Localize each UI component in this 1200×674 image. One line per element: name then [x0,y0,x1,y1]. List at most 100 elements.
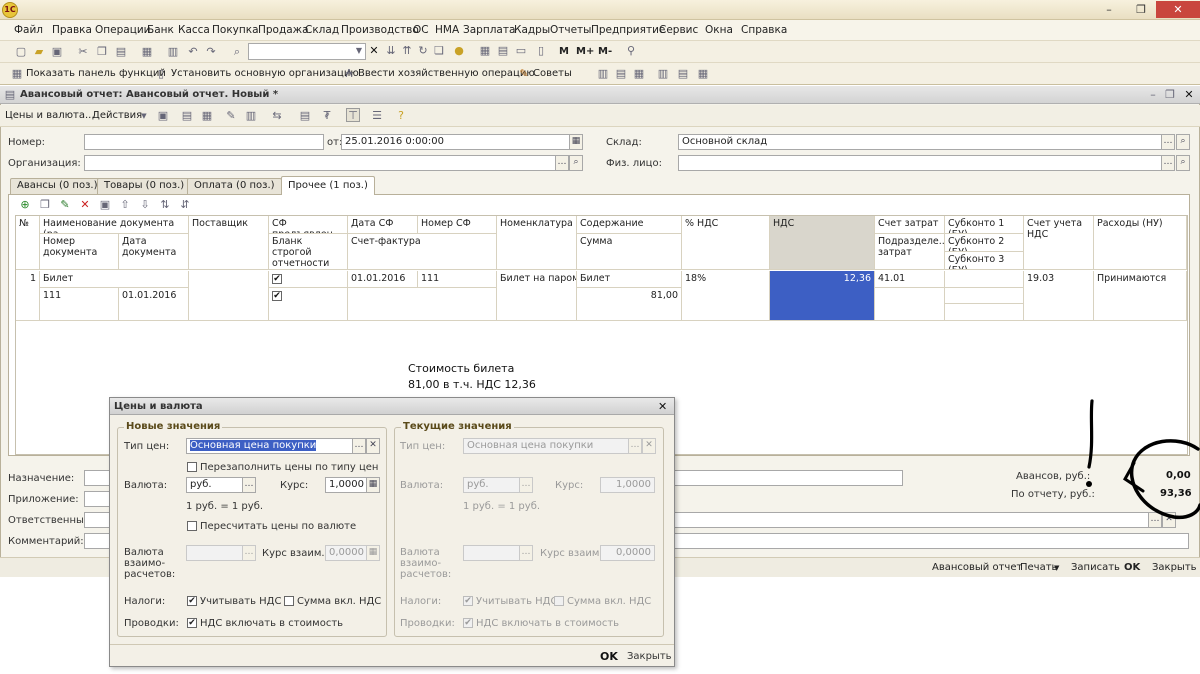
settlement-currency-select-button[interactable]: … [242,545,256,561]
find-prev-icon[interactable]: ⇈ [400,44,414,58]
maximize-button[interactable]: ❐ [1126,1,1156,18]
menu-edit[interactable]: Правка [52,24,92,36]
memory-minus-button[interactable]: М- [598,46,612,57]
strict-form-checkbox[interactable]: ✔ [272,291,282,301]
tab-goods[interactable]: Товары (0 поз.) [97,178,192,194]
cell-vat-account[interactable]: 19.03 [1024,271,1094,321]
number-input[interactable] [84,134,324,150]
open-folder-icon[interactable]: ▰ [32,45,46,59]
dialog-close-icon[interactable]: ✕ [658,400,667,413]
warehouse-open-button[interactable]: ⌕ [1176,134,1190,150]
comment-input-tail[interactable] [674,533,1189,549]
col-docname-header[interactable]: Наименование документа (ра... [40,216,189,234]
responsible-input[interactable] [84,512,110,528]
save-document-button[interactable]: Записать [1071,562,1120,573]
doc-edit-icon[interactable]: ✎ [224,109,238,123]
price-type-select-button[interactable]: … [352,438,366,454]
comment-input[interactable] [84,533,110,549]
actions-dropdown-icon[interactable]: ▼ [137,109,151,123]
col-cost-account-header[interactable]: Счет затрат ... [875,216,945,234]
doc-save-icon[interactable]: ▣ [156,109,170,123]
organization-open-button[interactable]: ⌕ [569,155,583,171]
vat-in-cost-checkbox[interactable]: ✔ [187,618,197,628]
doc-post-icon[interactable]: ▦ [200,109,214,123]
cell-subconto2[interactable] [945,288,1024,304]
person-input[interactable] [678,155,1162,171]
cell-sf-date[interactable]: 01.01.2016 [348,271,418,288]
col-vat-pct-header[interactable]: % НДС [682,216,770,270]
menu-warehouse[interactable]: Склад [305,24,339,36]
col-vat-account-header[interactable]: Счет учета НДС [1024,216,1094,270]
move-down-icon[interactable]: ⇩ [138,198,152,212]
search-clear-icon[interactable]: ✕ [367,44,381,58]
price-type-clear-button[interactable]: ✕ [366,438,380,454]
currency-select-button[interactable]: … [242,477,256,493]
attachment-input[interactable] [84,491,110,507]
print-dropdown-icon[interactable]: ▼ [1054,564,1059,572]
enter-business-operation-button[interactable]: Ввести хозяйственную операцию [358,68,535,79]
consider-vat-checkbox[interactable]: ✔ [187,596,197,606]
cell-docnum[interactable]: 111 [40,288,119,321]
print-menu-button[interactable]: Печать [1020,562,1057,573]
col-number-header[interactable]: № [16,216,40,270]
cell-cost-account[interactable]: 41.01 [875,271,945,288]
col-strict-form-header[interactable]: Бланк строгой отчетности [269,234,348,270]
menu-service[interactable]: Сервис [659,24,698,36]
doc-help-icon[interactable]: ? [394,109,408,123]
warehouse-select-button[interactable]: … [1161,134,1175,150]
tools-icon[interactable]: ⚲ [624,44,638,58]
buffer-icon[interactable]: ▭ [514,44,528,58]
redo-icon[interactable]: ↷ [204,45,218,59]
settlement-currency-input[interactable] [186,545,243,561]
close-window-button[interactable]: ✕ [1156,1,1200,18]
cell-division[interactable] [875,288,945,321]
menu-purchase[interactable]: Покупка [212,24,259,36]
menu-cash[interactable]: Касса [178,24,210,36]
prices-currency-button[interactable]: Цены и валюта... [5,110,95,121]
row-number[interactable]: 1 [16,271,40,321]
paste-icon[interactable]: ▤ [114,45,128,59]
cell-sf-number[interactable]: 111 [418,271,497,288]
refresh-icon[interactable]: ↻ [416,44,430,58]
col-subconto1-header[interactable]: Субконто 1 (БУ) [945,216,1024,234]
end-edit-icon[interactable]: ▣ [98,198,112,212]
col-sum-header[interactable]: Сумма [577,234,682,270]
cell-subconto1[interactable] [945,271,1024,288]
report-icon-2[interactable]: ▤ [614,67,628,81]
report-icon-1[interactable]: ▥ [596,67,610,81]
search-dropdown-icon[interactable]: ▼ [352,44,366,58]
menu-salary[interactable]: Зарплата [463,24,515,36]
doc-dt-kt-icon[interactable]: ₮ [320,109,334,123]
tab-other[interactable]: Прочее (1 поз.) [281,176,375,195]
calculator-icon[interactable]: ▦ [478,44,492,58]
menu-windows[interactable]: Окна [705,24,733,36]
col-subconto2-header[interactable]: Субконто 2 (БУ) [945,234,1024,252]
col-sf-number-header[interactable]: Номер СФ [418,216,497,234]
windows-icon[interactable]: ❏ [432,44,446,58]
organization-select-button[interactable]: … [555,155,569,171]
col-division-header[interactable]: Подразделе... затрат [875,234,945,270]
col-sf-date-header[interactable]: Дата СФ [348,216,418,234]
tab-payment[interactable]: Оплата (0 поз.) [187,178,282,194]
settlement-rate-input[interactable]: 0,0000 [325,545,367,561]
add-row-icon[interactable]: ⊕ [18,198,32,212]
doc-close-icon[interactable]: ✕ [1182,88,1196,102]
advance-report-print-button[interactable]: Авансовый отчет [932,562,1022,573]
search-input[interactable] [248,43,366,60]
doc-print-icon[interactable]: ▤ [180,109,194,123]
doc-maximize-icon[interactable]: ❐ [1163,88,1177,102]
cell-strict-form[interactable]: ✔ [269,288,348,321]
cell-vat-pct[interactable]: 18% [682,271,770,321]
print-icon[interactable]: ▥ [166,45,180,59]
col-content-header[interactable]: Содержание [577,216,682,234]
cell-nomenclature[interactable]: Билет на паром [497,271,577,321]
cell-vat-selected[interactable]: 12,36 [770,271,875,321]
cell-docdate[interactable]: 01.01.2016 [119,288,189,321]
menu-reports[interactable]: Отчеты [550,24,591,36]
date-input[interactable]: 25.01.2016 0:00:00 [341,134,570,150]
sort-asc-icon[interactable]: ⇅ [158,198,172,212]
col-nomenclature-header[interactable]: Номенклатура [497,216,577,270]
sort-desc-icon[interactable]: ⇵ [178,198,192,212]
report-icon-5[interactable]: ▤ [676,67,690,81]
save-icon[interactable]: ▣ [50,45,64,59]
